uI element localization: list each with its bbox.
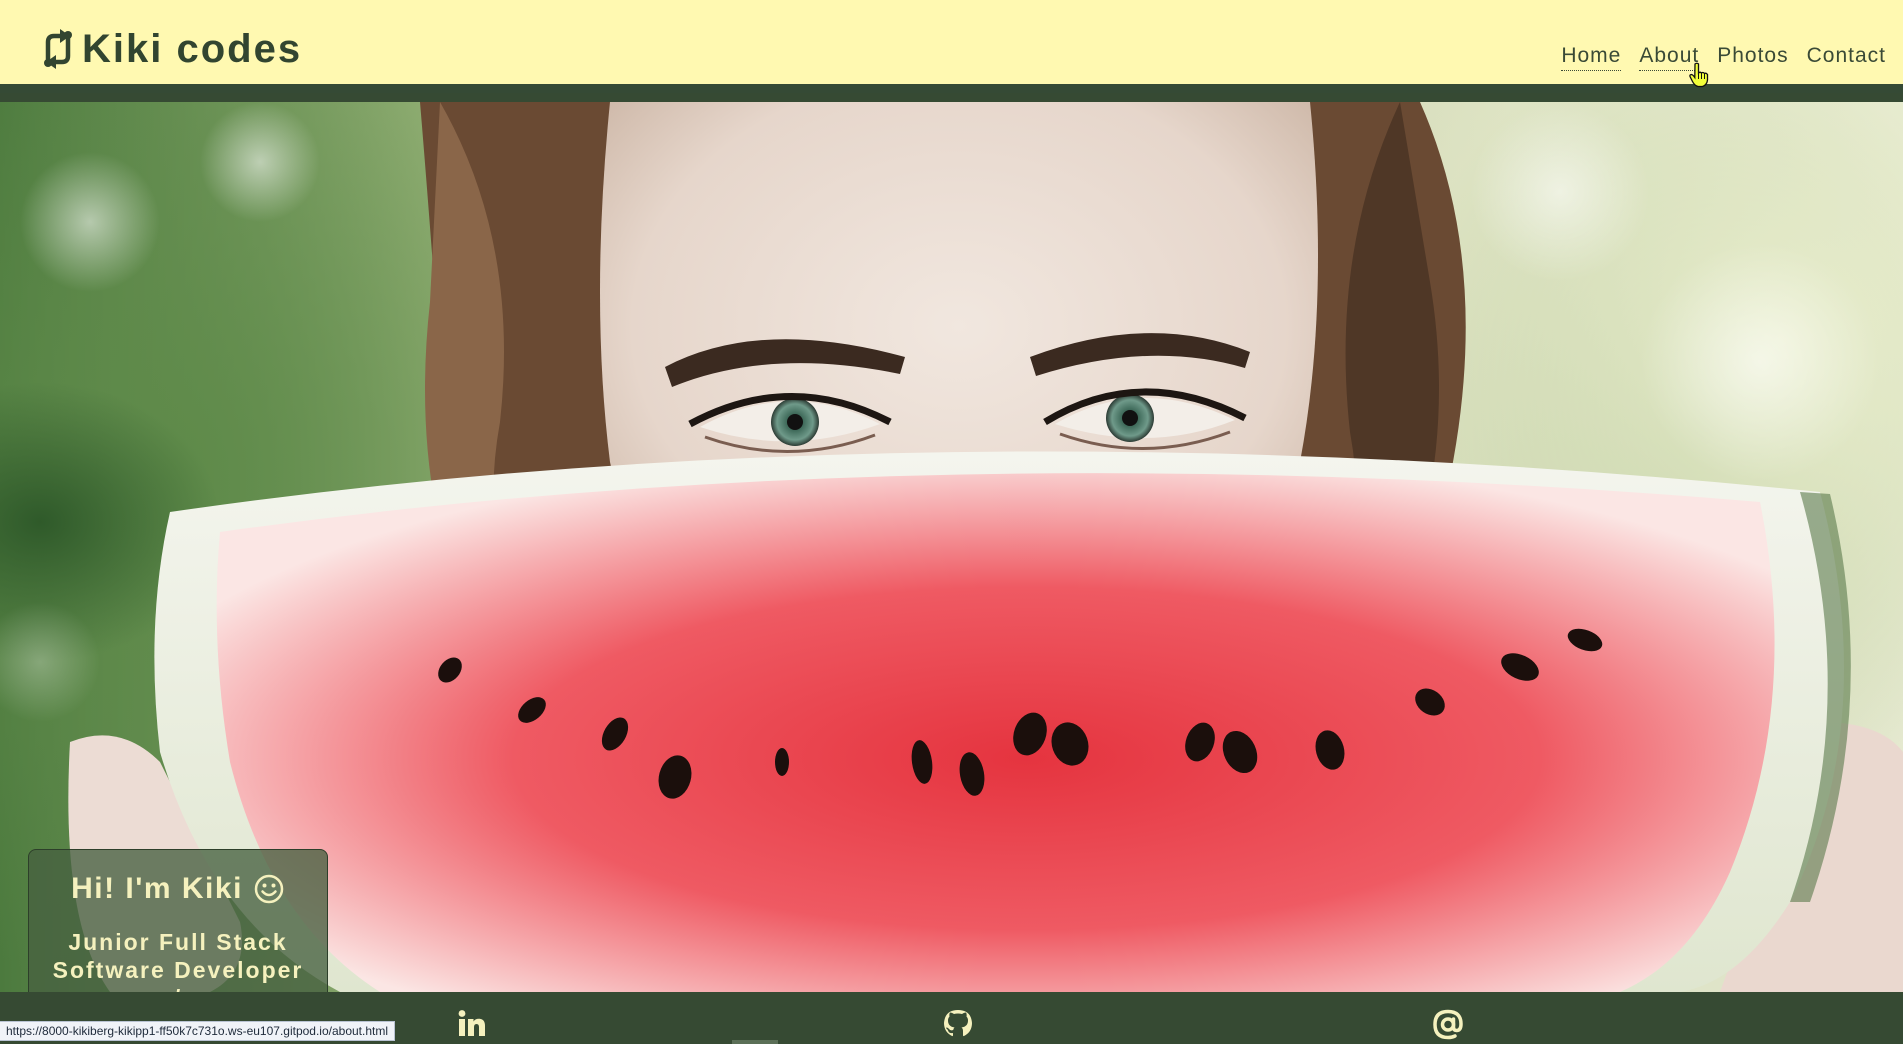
nav-link-contact[interactable]: Contact — [1807, 44, 1886, 71]
footer-indicator — [732, 1040, 778, 1044]
arrows-rotate-icon — [44, 29, 72, 69]
nav-link-home[interactable]: Home — [1561, 44, 1622, 71]
hero-section: Hi! I'm Kiki Junior Full Stack Software … — [0, 102, 1903, 992]
nav-link-photos[interactable]: Photos — [1717, 44, 1788, 71]
browser-status-url: https://8000-kikiberg-kikipp1-ff50k7c731… — [0, 1021, 396, 1041]
site-header: Kiki codes Home About Photos Contact — [0, 0, 1903, 93]
main-nav: Home About Photos Contact — [1561, 44, 1886, 71]
at-sign-icon[interactable] — [1432, 1008, 1464, 1040]
github-icon[interactable] — [942, 1008, 974, 1040]
linkedin-icon[interactable] — [456, 1008, 488, 1040]
hand-pointer-cursor-icon — [1689, 62, 1709, 88]
intro-title-text: Hi! I'm Kiki — [71, 872, 243, 905]
smiley-face-icon — [254, 874, 284, 904]
intro-subtitle: Junior Full Stack Software Developer </> — [52, 929, 304, 992]
intro-card: Hi! I'm Kiki Junior Full Stack Software … — [28, 849, 328, 992]
brand-logo-link[interactable]: Kiki codes — [36, 24, 302, 74]
intro-heading: Hi! I'm Kiki — [29, 872, 327, 906]
brand-name: Kiki codes — [82, 26, 303, 71]
